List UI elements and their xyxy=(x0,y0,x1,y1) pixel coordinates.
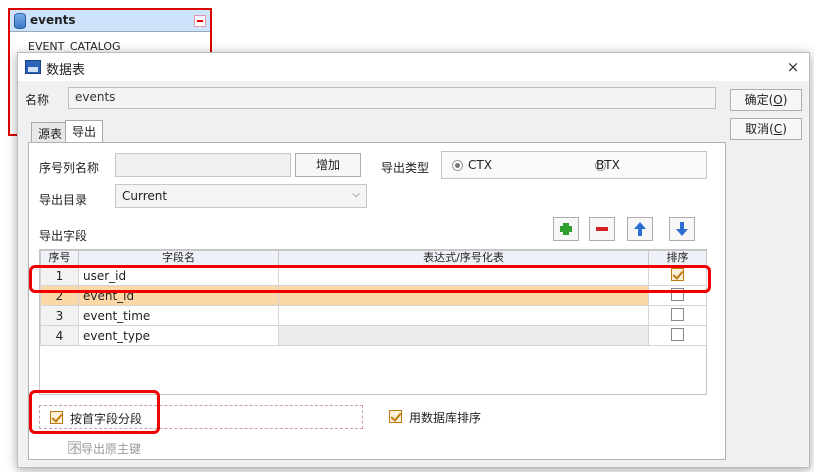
row-field-name[interactable]: event_time xyxy=(78,305,279,326)
db-sort-checkbox[interactable] xyxy=(389,410,402,423)
database-icon xyxy=(14,13,26,29)
no-export-pk-label: 不导出原主键 xyxy=(69,442,142,456)
collapse-icon[interactable] xyxy=(194,15,206,27)
table-app-icon xyxy=(25,60,41,74)
cancel-mnemonic: C xyxy=(773,122,783,136)
radio-ctx-label: CTX xyxy=(468,158,492,172)
arrow-down-icon xyxy=(676,222,688,236)
remove-icon xyxy=(596,227,608,231)
row-sort-cell xyxy=(648,325,707,346)
table-widget-header[interactable]: events xyxy=(10,10,210,32)
arrow-up-icon xyxy=(634,222,646,236)
col-header-field[interactable]: 字段名 xyxy=(78,250,279,266)
row-field-name[interactable]: event_type xyxy=(78,325,279,346)
radio-btx-label: BTX xyxy=(596,158,620,172)
ok-label: 确定( xyxy=(744,93,774,107)
dialog-titlebar: 数据表 × xyxy=(18,53,809,81)
tab-source-table[interactable]: 源表 xyxy=(31,122,70,142)
tab-export[interactable]: 导出 xyxy=(65,120,104,142)
remove-row-button[interactable] xyxy=(589,217,615,241)
row-num: 3 xyxy=(40,305,79,326)
row-num: 4 xyxy=(40,325,79,346)
sort-checkbox[interactable] xyxy=(671,307,684,321)
table-widget-title: events xyxy=(30,13,76,27)
dialog-title: 数据表 xyxy=(46,63,86,78)
row-sort-cell xyxy=(648,305,707,326)
highlight-segment-option xyxy=(29,390,160,434)
add-icon xyxy=(560,223,572,235)
move-up-button[interactable] xyxy=(627,217,653,241)
add-row-button[interactable] xyxy=(553,217,579,241)
seq-column-input[interactable] xyxy=(115,153,291,177)
export-dir-label: 导出目录 xyxy=(39,193,88,207)
name-label: 名称 xyxy=(25,93,50,107)
col-header-sort[interactable]: 排序 xyxy=(648,250,707,266)
export-fields-label: 导出字段 xyxy=(39,229,88,243)
ok-button[interactable]: 确定(O) xyxy=(730,89,802,111)
cancel-label: 取消( xyxy=(745,122,774,136)
export-type-label: 导出类型 xyxy=(381,161,430,175)
export-dir-value: Current xyxy=(122,189,168,203)
export-type-group: CTX BTX xyxy=(441,151,707,179)
ok-mnemonic: O xyxy=(773,93,783,107)
name-input[interactable]: events xyxy=(68,87,716,109)
row-expression[interactable] xyxy=(278,325,649,346)
table-row[interactable]: 3 event_time xyxy=(40,305,707,326)
add-button[interactable]: 增加 xyxy=(295,153,361,177)
db-sort-label: 用数据库排序 xyxy=(409,411,482,425)
sort-checkbox[interactable] xyxy=(671,327,684,341)
cancel-suffix: ) xyxy=(782,122,787,136)
move-down-button[interactable] xyxy=(669,217,695,241)
chevron-down-icon: ⌵ xyxy=(352,189,360,200)
col-header-expr[interactable]: 表达式/序号化表 xyxy=(278,250,649,266)
ok-suffix: ) xyxy=(782,93,788,107)
export-dir-select[interactable]: Current ⌵ xyxy=(115,184,367,208)
table-row[interactable]: 4 event_type xyxy=(40,325,707,346)
close-button[interactable]: × xyxy=(783,57,803,77)
col-header-seq[interactable]: 序号 xyxy=(40,250,79,266)
seq-column-label: 序号列名称 xyxy=(39,161,100,175)
cancel-button[interactable]: 取消(C) xyxy=(730,118,802,140)
radio-ctx[interactable] xyxy=(452,160,463,171)
highlight-row-1 xyxy=(29,265,711,293)
row-expression[interactable] xyxy=(278,305,649,326)
